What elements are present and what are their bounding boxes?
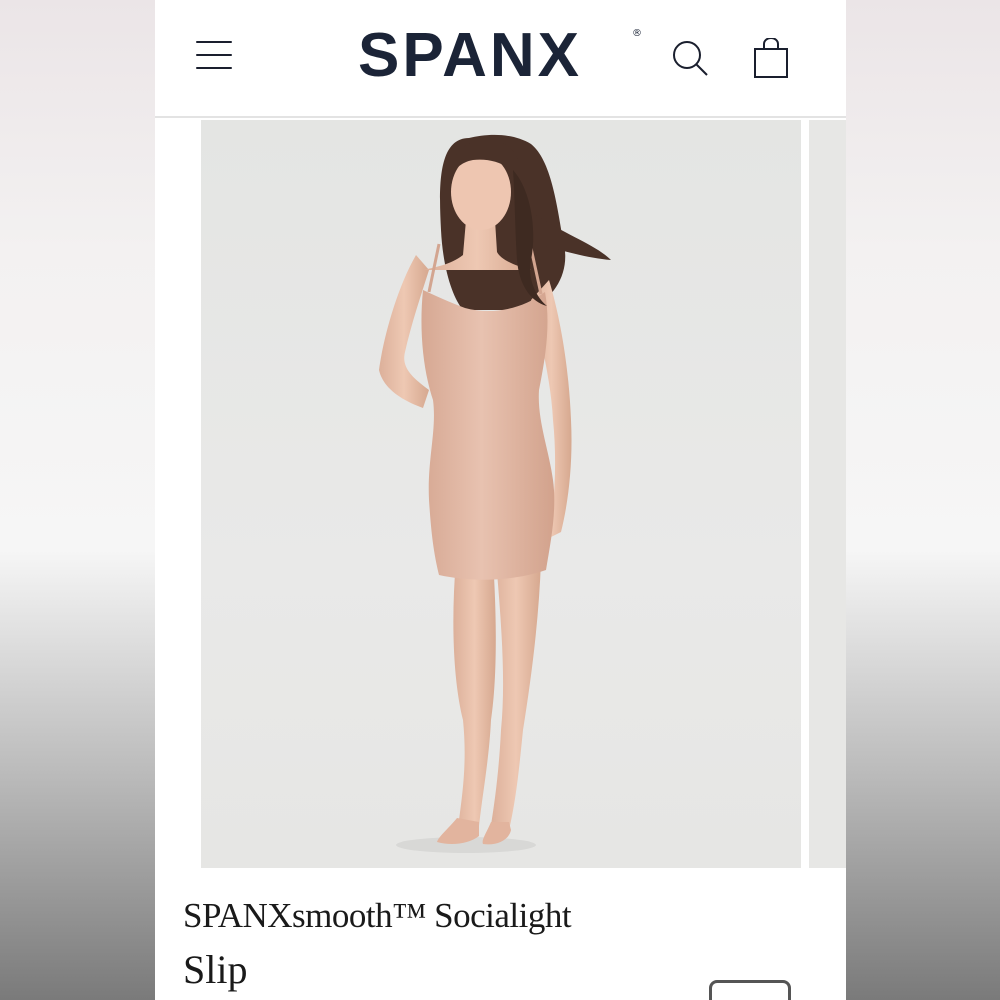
model-wearing-nude-slip: [379, 134, 611, 853]
partial-button[interactable]: [709, 980, 791, 1000]
left-backdrop: [0, 0, 155, 1000]
right-backdrop: [846, 0, 1000, 1000]
search-icon[interactable]: [670, 38, 710, 78]
hamburger-menu-icon[interactable]: [195, 38, 233, 72]
shopping-bag-icon[interactable]: [753, 37, 793, 80]
mobile-screen: SPANX ® SPANXsmooth™ Socialight Slip: [155, 0, 846, 1000]
product-photo[interactable]: [201, 120, 801, 868]
spanx-logo[interactable]: SPANX: [358, 22, 582, 90]
product-title-continued: Slip: [183, 947, 248, 992]
product-title: SPANXsmooth™ Socialight: [183, 896, 572, 935]
site-header: SPANX ®: [155, 0, 846, 118]
next-product-photo-peek[interactable]: [809, 120, 846, 868]
registered-mark: ®: [632, 28, 642, 39]
product-image-carousel[interactable]: [201, 120, 846, 868]
